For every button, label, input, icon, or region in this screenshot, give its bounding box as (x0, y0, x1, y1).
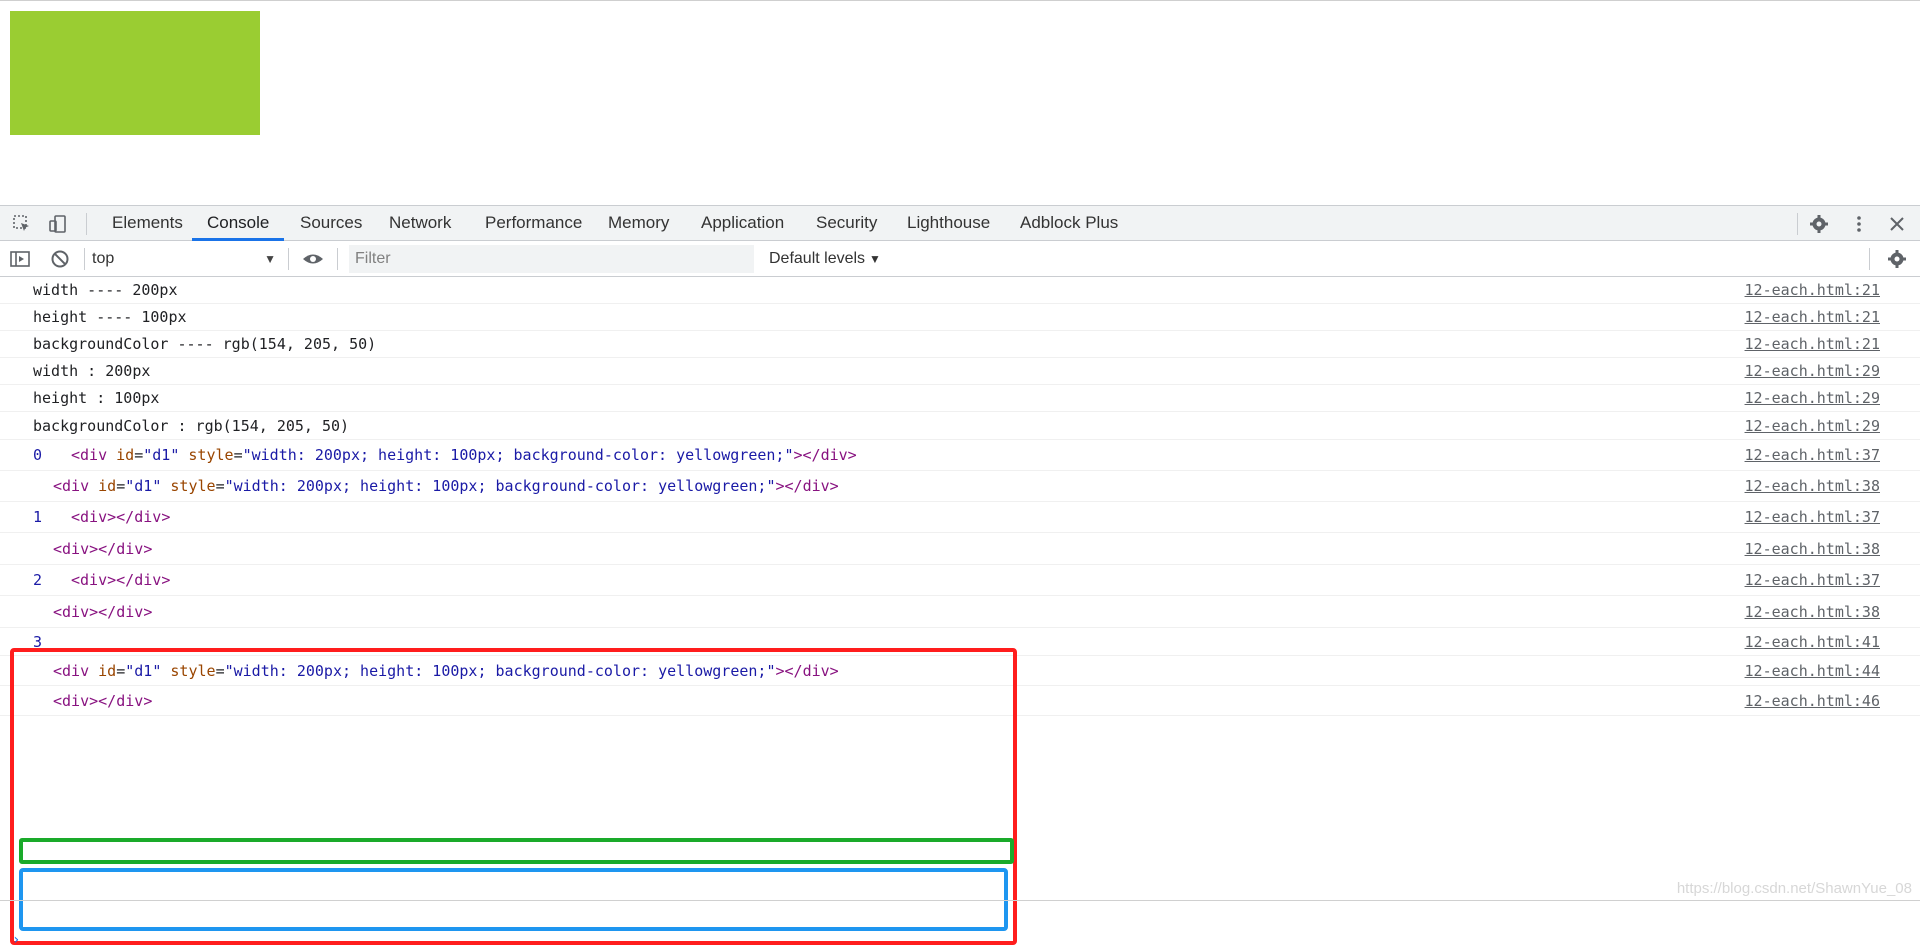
console-toolbar: top ▼ Default levels▼ (0, 241, 1920, 277)
console-message-text: backgroundColor : rgb(154, 205, 50) (33, 417, 350, 435)
triangle-down-icon: ▼ (264, 252, 276, 266)
context-select[interactable]: top ▼ (92, 247, 280, 271)
console-message-text: <div></div> (53, 534, 152, 565)
console-message-row: backgroundColor ---- rgb(154, 205, 50) 12… (0, 331, 1920, 358)
bottom-border (0, 900, 1920, 901)
tab-lighthouse[interactable]: Lighthouse (905, 206, 992, 241)
console-message-row: <div id="d1" style="width: 200px; height… (0, 471, 1920, 502)
console-message-text: width : 200px (33, 362, 151, 380)
console-source-link[interactable]: 12-each.html:37 (1745, 565, 1880, 596)
console-prompt[interactable]: › (12, 932, 20, 948)
settings-gear-icon[interactable] (1809, 214, 1829, 234)
console-message-row: 2 <div></div> 12-each.html:37 (0, 565, 1920, 596)
console-message-text: 0 <div id="d1" style="width: 200px; heigh… (33, 440, 857, 471)
console-message-row: 1 <div></div> 12-each.html:37 (0, 502, 1920, 533)
watermark: https://blog.csdn.net/ShawnYue_08 (1676, 880, 1912, 897)
toolbar-separator (84, 248, 85, 270)
console-dom-element[interactable]: <div id="d1" style="width: 200px; height… (71, 446, 857, 464)
devtools-tabbar: Elements Console Sources Network Performance… (0, 205, 1920, 241)
console-message-row: <div></div> 12-each.html:38 (0, 597, 1920, 628)
toolbar-separator (337, 248, 338, 270)
console-message-text: backgroundColor ---- rgb(154, 205, 50) (33, 335, 377, 353)
console-message-text: 2 <div></div> (33, 565, 170, 596)
console-source-link[interactable]: 12-each.html:44 (1745, 656, 1880, 686)
tab-elements[interactable]: Elements (110, 206, 185, 241)
console-source-link[interactable]: 12-each.html:37 (1745, 502, 1880, 533)
log-levels-dropdown[interactable]: Default levels ▼ (769, 247, 881, 271)
console-source-link[interactable]: 12-each.html:29 (1745, 385, 1880, 412)
console-message-text: width ---- 200px (33, 281, 178, 299)
console-message-row: <div></div> 12-each.html:38 (0, 534, 1920, 565)
console-index-value: 2 (33, 571, 43, 589)
toolbar-separator (288, 248, 289, 270)
console-source-link[interactable]: 12-each.html:37 (1745, 440, 1880, 471)
tabbar-separator (1797, 213, 1798, 235)
eye-icon[interactable] (302, 249, 323, 269)
console-source-link[interactable]: 12-each.html:21 (1745, 277, 1880, 304)
console-index-value: 1 (33, 508, 43, 526)
devtools-panel: Elements Console Sources Network Performance… (0, 205, 1920, 948)
top-border (0, 0, 1920, 1)
more-options-icon[interactable] (1849, 214, 1869, 234)
filter-input[interactable] (349, 245, 754, 273)
console-message-text: height ---- 100px (33, 308, 187, 326)
console-source-link[interactable]: 12-each.html:29 (1745, 358, 1880, 385)
console-dom-element[interactable]: <div id="d1" style="width: 200px; height… (53, 477, 839, 495)
tab-application[interactable]: Application (699, 206, 786, 241)
console-source-link[interactable]: 12-each.html:38 (1745, 534, 1880, 565)
console-source-link[interactable]: 12-each.html:29 (1745, 413, 1880, 440)
tab-network[interactable]: Network (387, 206, 453, 241)
close-icon[interactable] (1887, 214, 1907, 234)
inspect-element-icon[interactable] (12, 214, 32, 234)
tab-performance[interactable]: Performance (483, 206, 584, 241)
tab-sources[interactable]: Sources (298, 206, 364, 241)
console-message-text: <div></div> (53, 597, 152, 628)
console-message-text: 1 <div></div> (33, 502, 170, 533)
triangle-down-icon: ▼ (869, 252, 881, 266)
console-source-link[interactable]: 12-each.html:21 (1745, 304, 1880, 331)
green-highlight-box (19, 838, 1014, 864)
console-message-row: width : 200px 12-each.html:29 (0, 358, 1920, 385)
tab-memory[interactable]: Memory (606, 206, 671, 241)
tab-security[interactable]: Security (814, 206, 879, 241)
console-message-text: <div id="d1" style="width: 200px; height… (53, 471, 839, 502)
tab-adblock-plus[interactable]: Adblock Plus (1018, 206, 1120, 241)
clear-console-icon[interactable] (50, 249, 70, 269)
log-levels-label: Default levels (769, 250, 866, 267)
console-dom-element[interactable]: <div></div> (53, 540, 152, 558)
console-message-text: height : 100px (33, 389, 160, 407)
console-message-row: height ---- 100px 12-each.html:21 (0, 304, 1920, 331)
toolbar-separator (1869, 248, 1870, 270)
console-source-link[interactable]: 12-each.html:41 (1745, 628, 1880, 656)
tabbar-separator (86, 213, 87, 235)
console-source-link[interactable]: 12-each.html:46 (1745, 686, 1880, 716)
device-toolbar-icon[interactable] (48, 214, 68, 234)
console-message-row: 0 <div id="d1" style="width: 200px; heigh… (0, 440, 1920, 471)
tab-console[interactable]: Console (192, 206, 285, 241)
console-source-link[interactable]: 12-each.html:38 (1745, 471, 1880, 502)
yellowgreen-div (10, 11, 260, 135)
show-sidebar-icon[interactable] (10, 249, 30, 269)
console-message-row: height : 100px 12-each.html:29 (0, 385, 1920, 412)
console-dom-element[interactable]: <div></div> (71, 508, 170, 526)
console-message-row: width ---- 200px 12-each.html:21 (0, 277, 1920, 304)
console-index-value: 0 (33, 446, 43, 464)
console-dom-element[interactable]: <div></div> (53, 603, 152, 621)
console-source-link[interactable]: 12-each.html:38 (1745, 597, 1880, 628)
console-dom-element[interactable]: <div></div> (71, 571, 170, 589)
console-message-row: backgroundColor : rgb(154, 205, 50) 12-ea… (0, 413, 1920, 440)
context-select-value: top (92, 250, 115, 267)
console-source-link[interactable]: 12-each.html:21 (1745, 331, 1880, 358)
console-settings-gear-icon[interactable] (1887, 249, 1907, 269)
